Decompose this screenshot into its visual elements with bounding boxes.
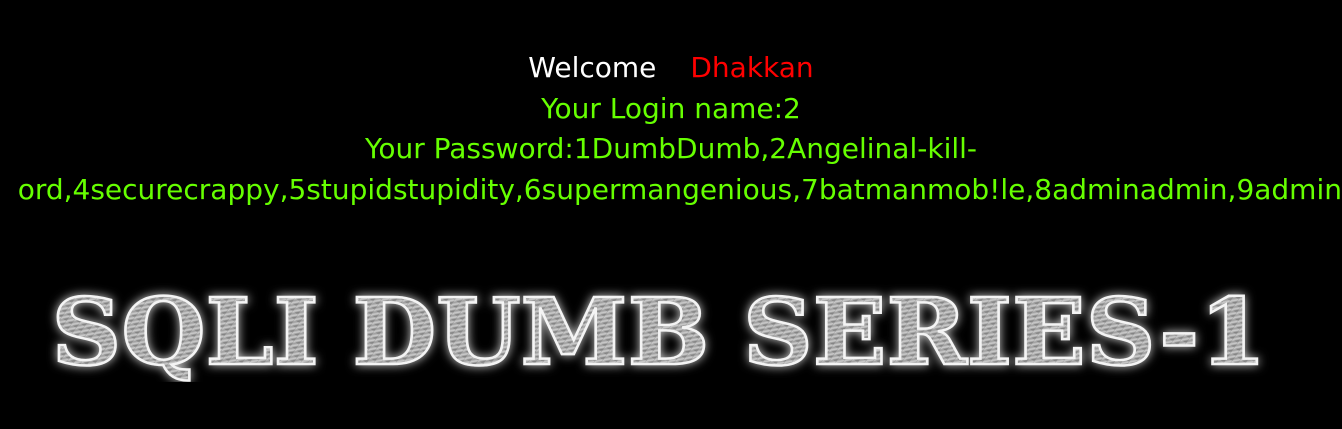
password-line: Your Password:1DumbDumb,2Angelinal-kill- [364, 132, 978, 165]
password-overflow-line: ord,4securecrappy,5stupidstupidity,6supe… [17, 172, 1342, 206]
login-name-line: Your Login name:2 [541, 91, 801, 125]
sqli-dumb-series-banner: SQLI DUMB SERIES-1 [50, 282, 1268, 382]
welcome-line: Welcome Dhakkan [0, 48, 1342, 89]
banner-title: SQLI DUMB SERIES-1 [52, 282, 1267, 382]
welcome-label: Welcome [528, 51, 657, 84]
login-result-message: Welcome Dhakkan Your Login name:2 Your Pa… [0, 48, 1342, 210]
password-overflow-line-wrapper: ord,4securecrappy,5stupidstupidity,6supe… [0, 170, 1342, 211]
username-text: Dhakkan [690, 51, 814, 84]
